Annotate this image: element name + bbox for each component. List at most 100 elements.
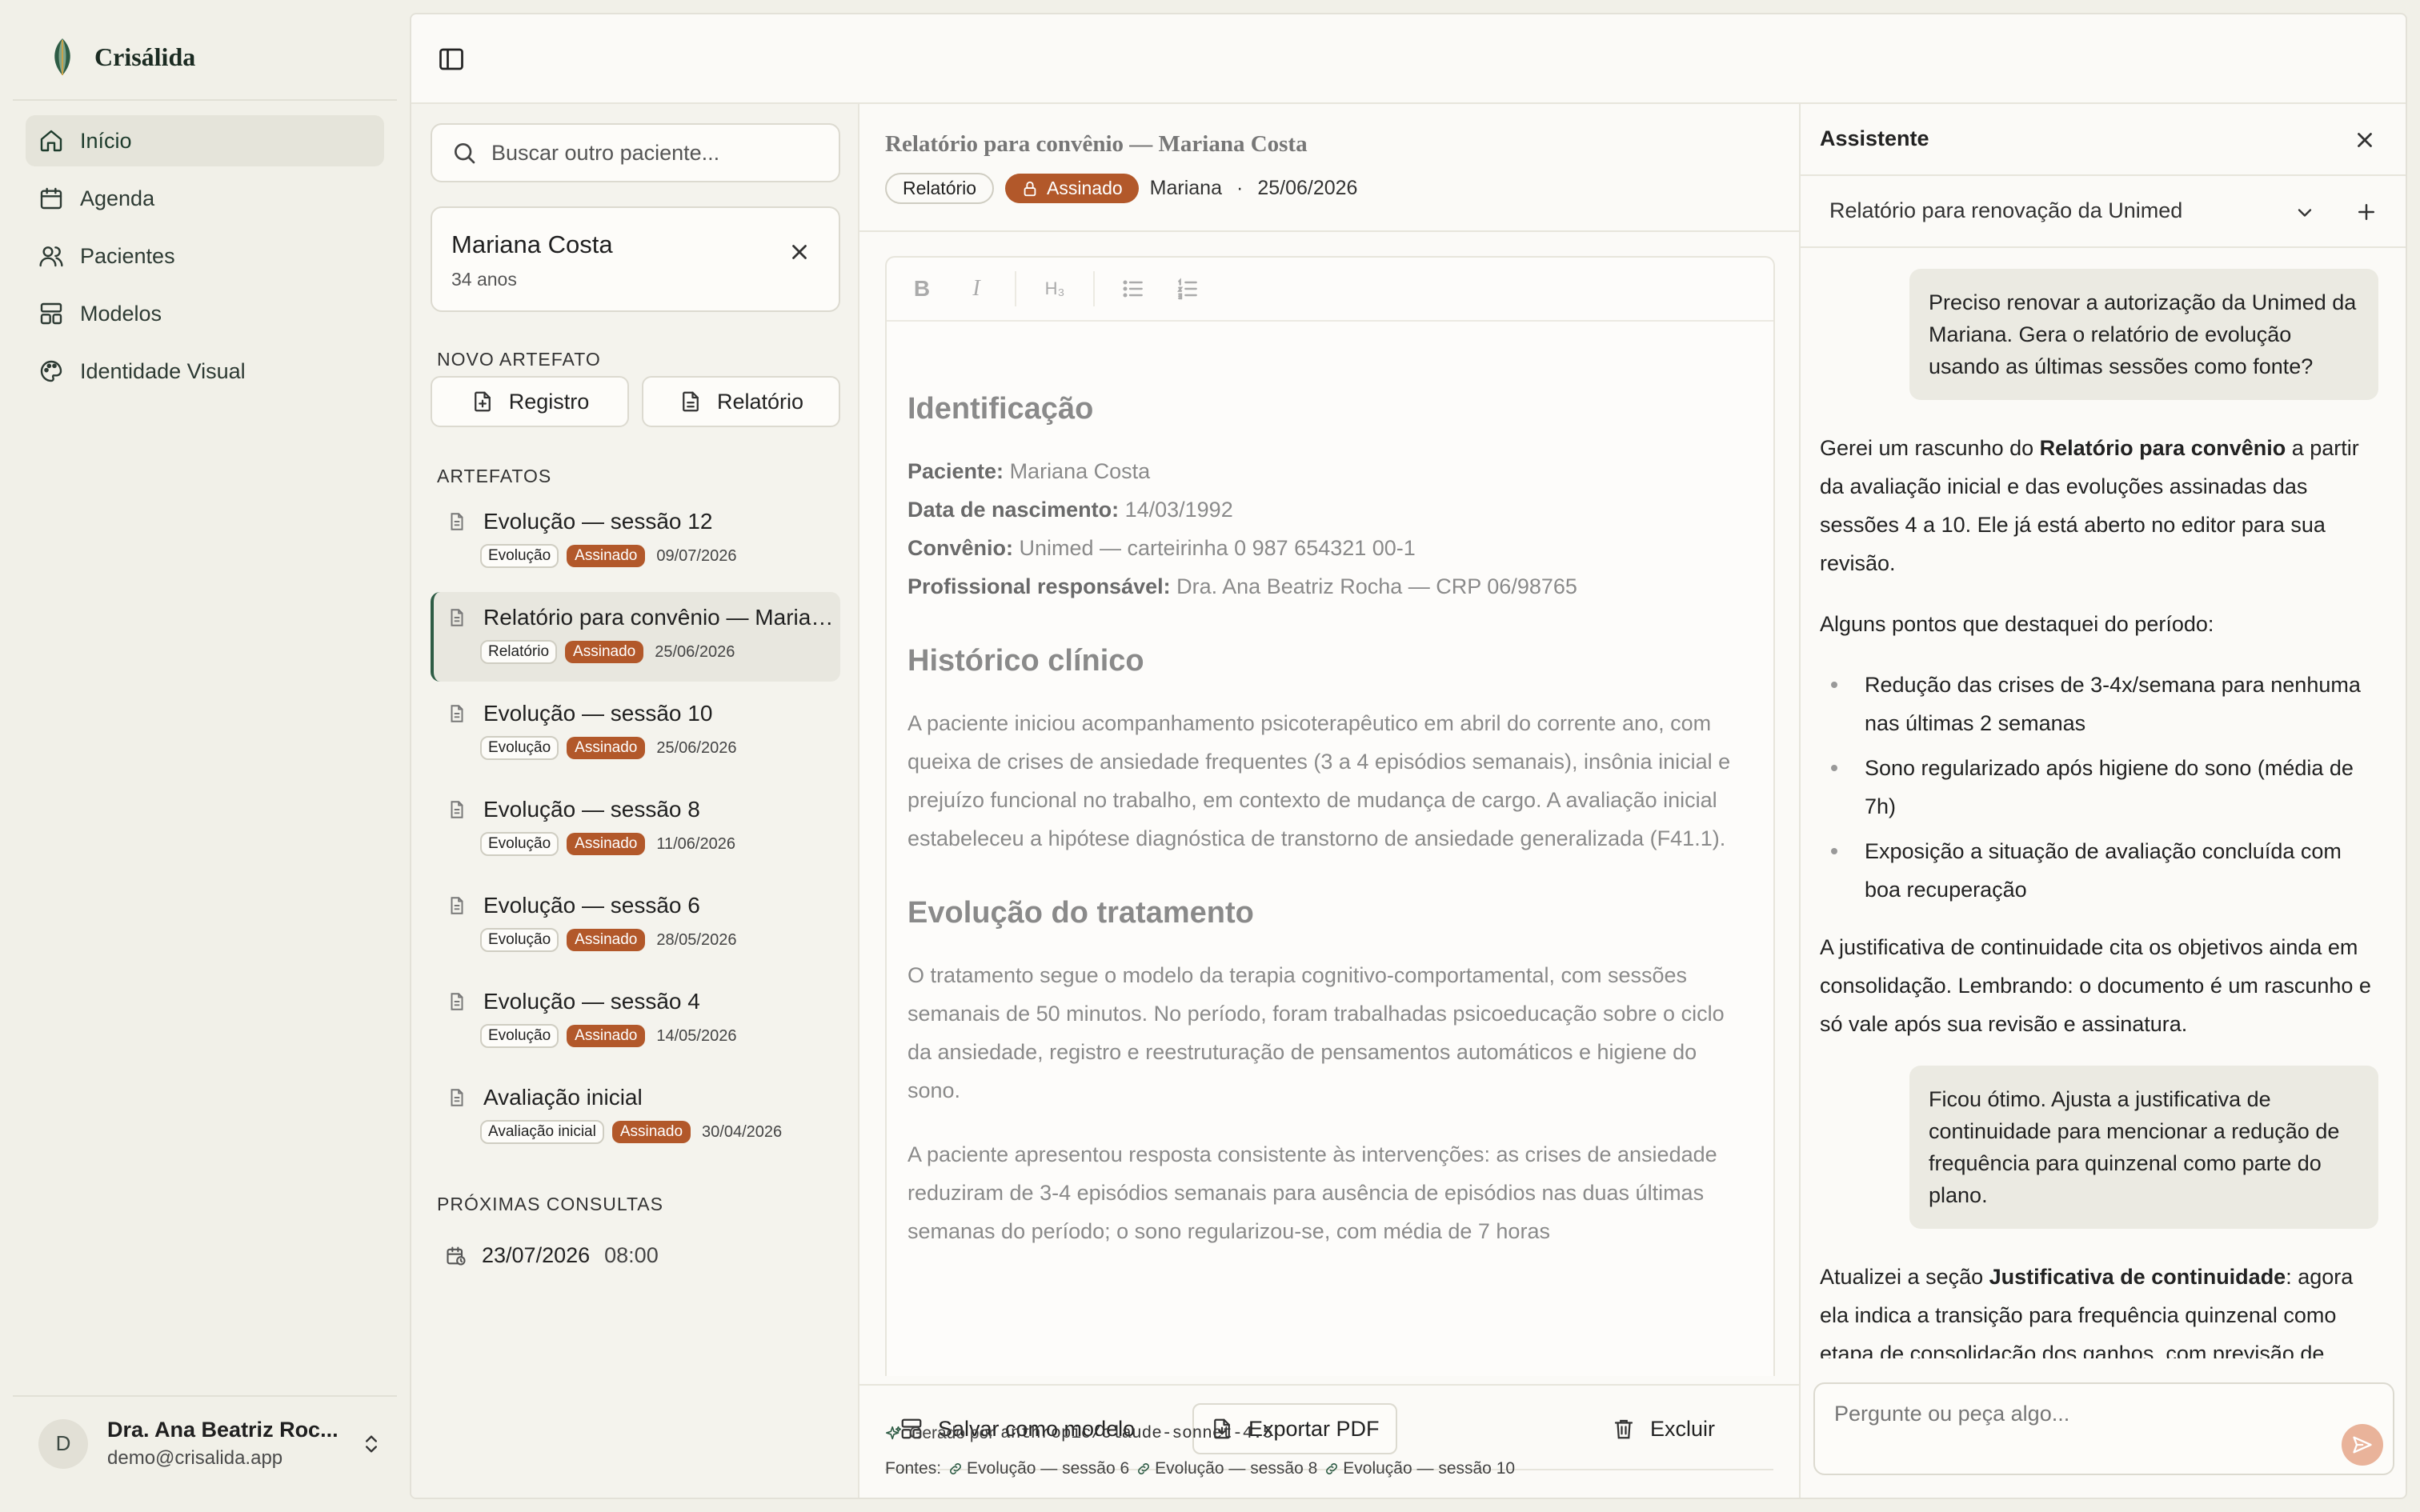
assistant-message: Gerei um rascunho do Relatório para conv… [1820, 436, 2359, 575]
artifact-item-evolucao-10[interactable]: Evolução — sessão 10 Evolução Assinado 2… [431, 688, 840, 778]
sidebar-item-modelos[interactable]: Modelos [26, 288, 384, 339]
source-link[interactable]: Evolução — sessão 6 [948, 1459, 1129, 1478]
list-item: Redução das crises de 3-4x/semana para n… [1820, 666, 2378, 742]
patient-search[interactable] [431, 123, 840, 182]
document-header: Relatório para convênio — Mariana Costa … [859, 104, 1799, 232]
assistant-header: Assistente [1801, 104, 2406, 176]
artifact-type-chip: Evolução [480, 928, 559, 952]
sidebar-item-identidade-visual[interactable]: Identidade Visual [26, 346, 384, 397]
ordered-list-button[interactable] [1172, 273, 1204, 305]
link-icon [950, 1463, 961, 1474]
button-label: Excluir [1650, 1416, 1716, 1441]
italic-button[interactable]: I [960, 273, 992, 305]
search-input[interactable] [491, 140, 827, 166]
chevrons-up-down-icon [366, 1435, 377, 1452]
artifact-type-chip: Evolução [480, 544, 559, 568]
document-icon [451, 609, 463, 626]
artifact-date: 25/06/2026 [655, 642, 735, 661]
signed-label: Assinado [1047, 178, 1123, 198]
artifact-item-evolucao-8[interactable]: Evolução — sessão 8 Evolução Assinado 11… [431, 784, 840, 874]
artifact-item-evolucao-4[interactable]: Evolução — sessão 4 Evolução Assinado 14… [431, 976, 840, 1066]
assistant-bullet-list: Redução das crises de 3-4x/semana para n… [1820, 666, 2378, 909]
artifact-date: 11/06/2026 [656, 834, 735, 853]
sidebar-item-label: Agenda [80, 186, 155, 210]
artifact-type-chip: Evolução [480, 736, 559, 760]
search-icon [455, 143, 475, 164]
sidebar-item-label: Início [80, 128, 132, 153]
sidebar-toggle-icon[interactable] [437, 45, 466, 74]
user-email: demo@crisalida.app [107, 1447, 283, 1469]
new-relatorio-button[interactable]: Relatório [642, 376, 840, 427]
document-icon [451, 993, 463, 1010]
status-badge: Assinado [567, 737, 646, 759]
chevron-down-icon[interactable] [2294, 202, 2316, 224]
calendar-icon [40, 187, 62, 210]
close-icon[interactable] [787, 240, 811, 264]
assistant-input-box[interactable] [1813, 1382, 2394, 1475]
delete-button[interactable]: Excluir [1612, 1403, 1715, 1454]
status-badge: Assinado [567, 929, 646, 951]
bold-button[interactable]: B [906, 273, 938, 305]
document-title: Relatório para convênio — Mariana Costa [885, 131, 1308, 157]
top-bar [411, 14, 2406, 104]
artifact-title: Avaliação inicial [483, 1085, 643, 1110]
artifact-date: 30/04/2026 [702, 1122, 783, 1141]
conversation-selector[interactable]: Relatório para renovação da Unimed [1801, 176, 2406, 248]
sidebar-item-label: Modelos [80, 301, 162, 326]
sidebar-item-inicio[interactable]: Início [26, 115, 384, 166]
heading-button[interactable]: H₃ [1039, 273, 1071, 305]
model-name: anthropic/claude-sonnet-4.5 [1000, 1424, 1273, 1443]
artifact-date: 14/05/2026 [656, 1026, 737, 1045]
list-item: Exposição a situação de avaliação conclu… [1820, 832, 2378, 909]
send-button[interactable] [2342, 1424, 2383, 1466]
document-icon [451, 1089, 463, 1106]
bullet-list-button[interactable] [1117, 273, 1149, 305]
home-icon [40, 130, 62, 152]
artifact-item-avaliacao-inicial[interactable]: Avaliação inicial Avaliação inicial Assi… [431, 1072, 840, 1162]
assistant-input[interactable] [1834, 1402, 2330, 1450]
section-heading-historico: Histórico clínico [908, 644, 1144, 678]
sidebar-item-pacientes[interactable]: Pacientes [26, 230, 384, 282]
sidebar-item-agenda[interactable]: Agenda [26, 173, 384, 224]
sparkles-icon [886, 1426, 902, 1440]
status-badge: Assinado [567, 833, 646, 855]
assistant-panel: Assistente Relatório para renovação da U… [1801, 104, 2406, 1498]
close-icon[interactable] [2353, 128, 2377, 152]
field-profissional: Profissional responsável: Dra. Ana Beatr… [908, 574, 1577, 598]
artifact-date: 28/05/2026 [656, 930, 737, 949]
plus-icon[interactable] [2354, 200, 2378, 224]
sidebar-item-label: Pacientes [80, 243, 175, 268]
field-paciente: Paciente: Mariana Costa [908, 459, 1151, 483]
appointment-time: 08:00 [604, 1243, 659, 1267]
source-link[interactable]: Evolução — sessão 10 [1324, 1459, 1515, 1478]
assistant-message: Atualizei a seção Justificativa de conti… [1820, 1265, 2354, 1358]
artifact-item-relatorio-convenio[interactable]: Relatório para convênio — Mariana Costa … [431, 592, 840, 682]
link-icon [1326, 1463, 1338, 1474]
artifact-item-evolucao-6[interactable]: Evolução — sessão 6 Evolução Assinado 28… [431, 880, 840, 970]
trash-icon [1614, 1419, 1633, 1439]
button-label: Relatório [716, 389, 804, 414]
list-item: Sono regularizado após higiene do sono (… [1820, 749, 2378, 826]
artifact-title: Evolução — sessão 8 [483, 797, 700, 822]
evolucao-paragraph-1: O tratamento segue o modelo da terapia c… [908, 963, 1725, 1102]
artifact-item-evolucao-12[interactable]: Evolução — sessão 12 Evolução Assinado 0… [431, 496, 840, 586]
user-menu[interactable]: D Dra. Ana Beatriz Roc... demo@crisalida… [38, 1418, 383, 1470]
selected-patient-card: Mariana Costa 34 anos [431, 206, 840, 312]
generated-by-label: Gerado por [909, 1424, 995, 1442]
source-link[interactable]: Evolução — sessão 8 [1136, 1459, 1317, 1478]
signed-badge: Assinado [1005, 174, 1139, 203]
document-body[interactable]: Identificação Paciente: Mariana Costa Da… [887, 322, 1773, 1250]
artifact-date: 09/07/2026 [656, 546, 737, 565]
next-appointment[interactable]: 23/07/2026 08:00 [445, 1243, 659, 1268]
assistant-title: Assistente [1820, 126, 1929, 150]
file-text-icon [683, 391, 699, 412]
document-icon [451, 705, 463, 722]
link-icon [1138, 1463, 1150, 1474]
document-icon [451, 801, 463, 818]
new-registro-button[interactable]: Registro [431, 376, 629, 427]
button-label: Registro [508, 389, 590, 414]
brand[interactable]: Crisálida [48, 35, 195, 78]
patient-age: 34 anos [451, 269, 517, 290]
palette-icon [40, 360, 62, 382]
section-heading-evolucao: Evolução do tratamento [908, 896, 1254, 930]
